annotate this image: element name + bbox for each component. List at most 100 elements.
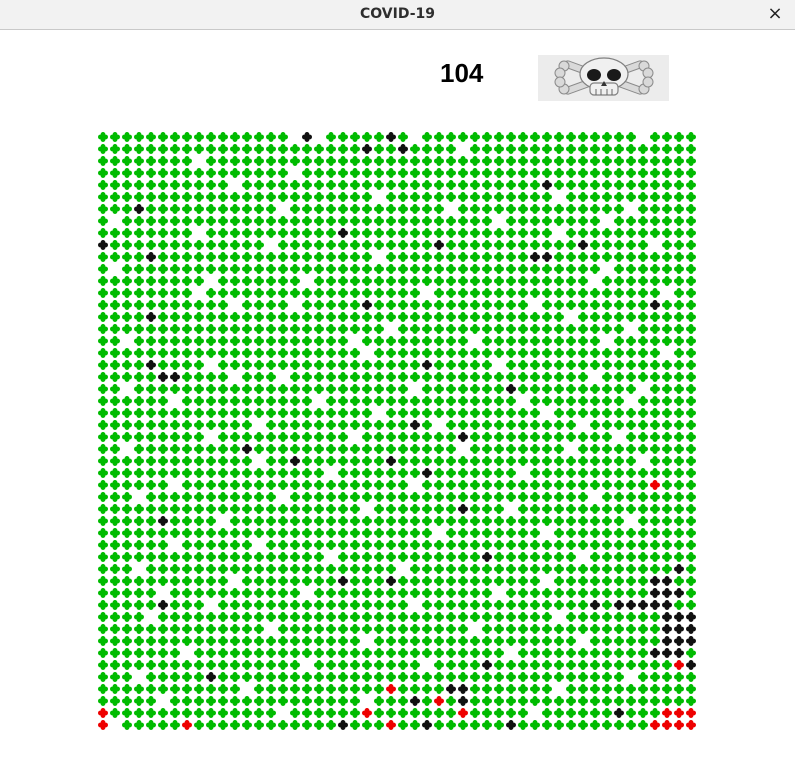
person-cell-healthy	[626, 264, 636, 274]
person-cell-healthy	[518, 624, 528, 634]
person-cell-healthy	[242, 132, 253, 142]
person-cell-healthy	[386, 660, 396, 670]
person-cell-healthy	[638, 636, 648, 646]
person-cell-healthy	[638, 612, 648, 622]
person-cell-healthy	[230, 588, 241, 598]
person-cell-healthy	[638, 168, 648, 178]
person-cell-healthy	[182, 708, 192, 718]
person-cell-healthy	[434, 516, 444, 526]
person-cell-healthy	[410, 516, 420, 526]
person-cell-healthy	[134, 156, 144, 166]
person-cell-healthy	[158, 384, 168, 394]
person-cell-infected	[686, 720, 696, 730]
person-cell-healthy	[302, 528, 312, 538]
person-cell-healthy	[302, 336, 312, 346]
person-cell-dead	[674, 564, 684, 574]
person-cell-healthy	[494, 612, 504, 622]
person-cell-healthy	[602, 660, 612, 670]
person-cell-healthy	[386, 492, 396, 502]
close-button[interactable]: ×	[763, 3, 787, 27]
person-cell-healthy	[674, 528, 684, 538]
person-cell-healthy	[494, 456, 504, 466]
person-cell-healthy	[98, 144, 108, 154]
person-cell-healthy	[302, 492, 312, 502]
person-cell-healthy	[506, 588, 516, 598]
person-cell-healthy	[182, 324, 192, 334]
person-cell-healthy	[194, 192, 204, 202]
person-cell-healthy	[110, 636, 120, 646]
person-cell-healthy	[422, 708, 432, 718]
person-cell-healthy	[302, 300, 312, 310]
person-cell-healthy	[446, 672, 456, 682]
person-cell-healthy	[362, 396, 372, 406]
person-cell-healthy	[290, 720, 300, 730]
person-cell-healthy	[350, 384, 360, 394]
person-cell-healthy	[134, 432, 144, 442]
person-cell-healthy	[638, 540, 648, 550]
person-cell-healthy	[158, 648, 168, 658]
person-cell-healthy	[446, 708, 456, 718]
person-cell-dead	[170, 372, 180, 382]
person-cell-healthy	[590, 540, 600, 550]
person-cell-healthy	[638, 708, 648, 718]
person-cell-healthy	[638, 300, 648, 310]
person-cell-healthy	[446, 588, 456, 598]
person-cell-healthy	[578, 720, 588, 730]
person-cell-healthy	[158, 132, 168, 142]
person-cell-healthy	[662, 396, 672, 406]
person-cell-healthy	[410, 528, 420, 538]
person-cell-healthy	[146, 300, 156, 310]
person-cell-healthy	[278, 672, 288, 682]
person-cell-healthy	[122, 696, 132, 706]
person-cell-healthy	[422, 336, 432, 346]
person-cell-healthy	[350, 540, 360, 550]
person-cell-healthy	[398, 648, 408, 658]
person-cell-healthy	[374, 432, 384, 442]
person-cell-healthy	[158, 240, 168, 250]
person-cell-healthy	[242, 168, 253, 178]
person-cell-healthy	[110, 708, 120, 718]
person-cell-healthy	[170, 324, 180, 334]
person-cell-healthy	[266, 684, 276, 694]
person-cell-healthy	[662, 696, 672, 706]
person-cell-healthy	[374, 684, 384, 694]
person-cell-healthy	[374, 144, 384, 154]
person-cell-healthy	[650, 528, 660, 538]
person-cell-healthy	[242, 468, 253, 478]
person-cell-healthy	[374, 600, 384, 610]
person-cell-healthy	[134, 480, 144, 490]
person-cell-healthy	[530, 192, 540, 202]
person-cell-healthy	[242, 660, 253, 670]
person-cell-healthy	[446, 540, 456, 550]
person-cell-healthy	[530, 396, 540, 406]
person-cell-healthy	[254, 600, 264, 610]
person-cell-healthy	[134, 528, 144, 538]
person-cell-healthy	[578, 588, 588, 598]
person-cell-healthy	[422, 240, 432, 250]
person-cell-healthy	[326, 396, 336, 406]
person-cell-healthy	[566, 636, 576, 646]
person-cell-healthy	[482, 720, 492, 730]
person-cell-healthy	[650, 348, 660, 358]
person-cell-healthy	[398, 624, 408, 634]
person-cell-healthy	[218, 324, 228, 334]
person-cell-healthy	[266, 420, 276, 430]
person-cell-healthy	[434, 360, 444, 370]
person-cell-healthy	[602, 372, 612, 382]
person-cell-healthy	[398, 528, 408, 538]
person-cell-healthy	[338, 156, 348, 166]
person-cell-healthy	[326, 144, 336, 154]
person-cell-healthy	[638, 432, 648, 442]
person-cell-healthy	[278, 720, 288, 730]
person-cell-healthy	[662, 468, 672, 478]
person-cell-healthy	[278, 588, 288, 598]
person-cell-healthy	[254, 336, 264, 346]
person-cell-healthy	[590, 384, 600, 394]
person-cell-healthy	[134, 300, 144, 310]
person-cell-healthy	[194, 492, 204, 502]
person-cell-healthy	[554, 588, 564, 598]
person-cell-healthy	[110, 360, 120, 370]
person-cell-healthy	[626, 348, 636, 358]
person-cell-healthy	[218, 600, 228, 610]
person-cell-healthy	[542, 228, 552, 238]
